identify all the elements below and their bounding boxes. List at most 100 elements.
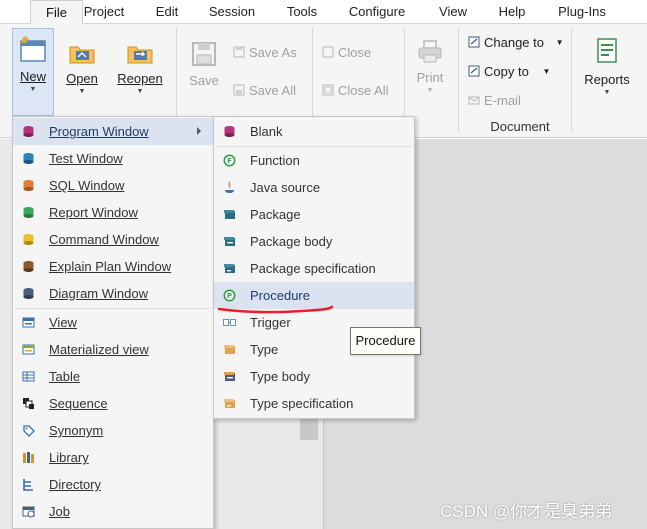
chevron-down-icon: ▼ [603, 89, 611, 96]
diagram-window-icon [23, 288, 34, 299]
new-button-label: New [19, 69, 46, 84]
menu-item-job[interactable]: Job [13, 498, 213, 525]
submenu-item-java-source[interactable]: Java source [214, 174, 414, 201]
menu-item-label: Diagram Window [49, 286, 148, 301]
menu-item-explain-plan-window[interactable]: Explain Plan Window [13, 253, 213, 280]
menu-help[interactable]: Help [495, 0, 529, 24]
menu-bar: File Project Edit Session Tools Configur… [0, 0, 647, 25]
menu-item-test-window[interactable]: Test Window [13, 145, 213, 172]
menu-item-synonym[interactable]: Synonym [13, 417, 213, 444]
floppy-disk-icon [192, 42, 216, 66]
menu-configure[interactable]: Configure [344, 0, 410, 24]
menu-item-label: SQL Window [49, 178, 125, 193]
print-button[interactable]: Print ▼ [411, 28, 449, 116]
blank-program-icon [224, 126, 235, 137]
job-icon [22, 506, 35, 518]
save-all-icon [233, 84, 245, 96]
close-all-button[interactable]: Close All [322, 83, 389, 98]
watermark-text: CSDN @你才是臭弟弟 [440, 502, 613, 521]
save-as-icon [233, 46, 245, 58]
submenu-item-package-specification[interactable]: Package specification [214, 255, 414, 282]
ribbon-separator [571, 28, 572, 132]
menu-plug-ins[interactable]: Plug-Ins [554, 0, 610, 24]
close-all-icon [322, 84, 334, 96]
menu-item-view[interactable]: View [13, 309, 213, 336]
program-window-submenu: Blank F Function Java source Package Pac… [213, 116, 415, 419]
menu-session[interactable]: Session [206, 0, 258, 24]
chevron-down-icon: ▼ [29, 86, 37, 93]
directory-icon [23, 479, 33, 491]
new-button[interactable]: New ▼ [12, 28, 54, 116]
change-to-button[interactable]: Change to ▼ [468, 35, 564, 50]
menu-item-sql-window[interactable]: SQL Window [13, 172, 213, 199]
email-icon [468, 96, 480, 105]
menu-item-label: Report Window [49, 205, 138, 220]
close-button[interactable]: Close [322, 45, 371, 60]
ribbon-separator [458, 28, 459, 132]
function-icon: F [223, 154, 236, 167]
open-button-label: Open [66, 71, 98, 86]
close-window-icon [322, 46, 334, 58]
menu-item-sequence[interactable]: Sequence [13, 390, 213, 417]
menu-item-table[interactable]: Table [13, 363, 213, 390]
menu-item-label: Explain Plan Window [49, 259, 172, 274]
copy-to-button[interactable]: Copy to ▼ [468, 64, 550, 79]
menu-view[interactable]: View [436, 0, 470, 24]
menu-item-diagram-window[interactable]: Diagram Window [13, 280, 213, 307]
explain-plan-window-icon [23, 261, 34, 272]
submenu-item-blank[interactable]: Blank [214, 118, 414, 145]
save-as-button[interactable]: Save As [233, 45, 297, 60]
menu-item-label: Directory [49, 477, 102, 492]
menu-item-command-window[interactable]: Command Window [13, 226, 213, 253]
email-button[interactable]: E-mail [468, 93, 521, 108]
submenu-item-label: Type body [250, 369, 310, 384]
reopen-button-label: Reopen [117, 71, 163, 86]
menu-project[interactable]: Project [80, 0, 128, 24]
reopen-button[interactable]: Reopen ▼ [114, 28, 166, 116]
save-button[interactable]: Save [186, 28, 222, 116]
menu-item-program-window[interactable]: Program Window [13, 118, 213, 145]
submenu-item-type-specification[interactable]: Type specification [214, 390, 414, 417]
package-icon [224, 210, 235, 219]
menu-item-report-window[interactable]: Report Window [13, 199, 213, 226]
view-icon [22, 317, 35, 328]
close-label: Close [338, 45, 372, 60]
print-button-label: Print [416, 70, 444, 85]
menu-item-label: View [49, 315, 77, 330]
email-label: E-mail [484, 93, 521, 108]
menu-item-label: Library [49, 450, 89, 465]
submenu-item-function[interactable]: F Function [214, 147, 414, 174]
menu-item-materialized-view[interactable]: Materialized view [13, 336, 213, 363]
type-body-icon [224, 372, 235, 381]
menu-tools[interactable]: Tools [283, 0, 321, 24]
save-button-label: Save [189, 73, 219, 88]
save-all-button[interactable]: Save All [233, 83, 296, 98]
svg-text:P: P [227, 292, 232, 300]
change-to-icon [468, 36, 480, 48]
java-source-icon [225, 181, 234, 193]
submenu-item-package[interactable]: Package [214, 201, 414, 228]
tooltip-procedure: Procedure [350, 327, 421, 355]
chevron-down-icon: ▼ [555, 38, 564, 47]
submenu-item-package-body[interactable]: Package body [214, 228, 414, 255]
command-window-icon [23, 234, 34, 245]
open-button[interactable]: Open ▼ [62, 28, 102, 116]
table-icon [22, 371, 35, 382]
reports-button[interactable]: Reports ▼ [581, 28, 633, 116]
menu-item-label: Job [49, 504, 70, 519]
menu-file[interactable]: File [30, 0, 83, 25]
save-all-label: Save All [249, 83, 296, 98]
menu-item-library[interactable]: Library [13, 444, 213, 471]
menu-item-label: Materialized view [49, 342, 149, 357]
copy-to-label: Copy to [484, 64, 529, 79]
copy-to-icon [468, 65, 480, 77]
menu-item-directory[interactable]: Directory [13, 471, 213, 498]
menu-item-label: Test Window [49, 151, 123, 166]
menu-item-label: Program Window [49, 124, 149, 139]
reports-button-label: Reports [584, 72, 630, 87]
report-window-icon [23, 207, 34, 218]
menu-edit[interactable]: Edit [151, 0, 183, 24]
submenu-item-type-body[interactable]: Type body [214, 363, 414, 390]
submenu-item-label: Package [250, 207, 301, 222]
new-window-icon [20, 36, 46, 62]
